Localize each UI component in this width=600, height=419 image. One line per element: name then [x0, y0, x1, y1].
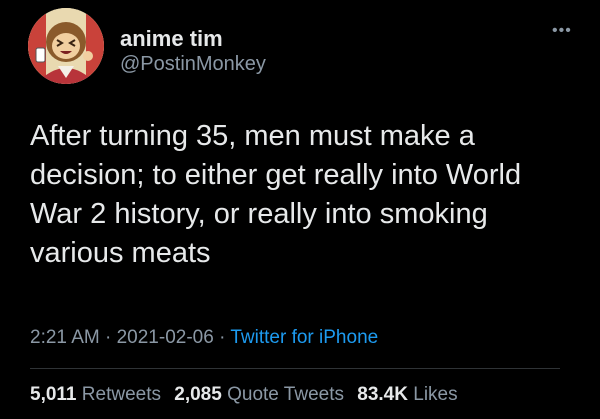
author-handle[interactable]: @PostinMonkey [120, 53, 266, 76]
likes-label: Likes [413, 384, 458, 405]
quote-tweets-count: 2,085 [174, 384, 222, 405]
tweet-card: anime tim @PostinMonkey ••• After turnin… [0, 0, 600, 419]
divider [30, 368, 560, 369]
monkey-avatar-image [28, 8, 104, 84]
tweet-text: After turning 35, men must make a decisi… [30, 120, 522, 269]
more-dots-icon[interactable]: ••• [552, 22, 572, 40]
meta-separator-2: · [213, 327, 231, 348]
tweet-date[interactable]: 2021-02-06 [117, 327, 214, 348]
likes-stat[interactable]: 83.4K Likes [357, 384, 457, 405]
meta-separator: · [99, 327, 117, 348]
retweets-stat[interactable]: 5,011 Retweets [30, 384, 161, 405]
tweet-time[interactable]: 2:21 AM [30, 327, 100, 348]
engagement-stats: 5,011 Retweets 2,085 Quote Tweets 83.4K … [30, 384, 466, 406]
avatar[interactable] [28, 8, 104, 84]
quote-tweets-label: Quote Tweets [227, 384, 344, 405]
likes-count: 83.4K [357, 384, 408, 405]
retweets-label: Retweets [81, 384, 161, 405]
author-display-name[interactable]: anime tim [120, 26, 223, 52]
tweet-metadata: 2:21 AM · 2021-02-06 · Twitter for iPhon… [30, 327, 378, 349]
quote-tweets-stat[interactable]: 2,085 Quote Tweets [174, 384, 344, 405]
retweets-count: 5,011 [30, 384, 77, 405]
tweet-source-link[interactable]: Twitter for iPhone [230, 327, 378, 348]
